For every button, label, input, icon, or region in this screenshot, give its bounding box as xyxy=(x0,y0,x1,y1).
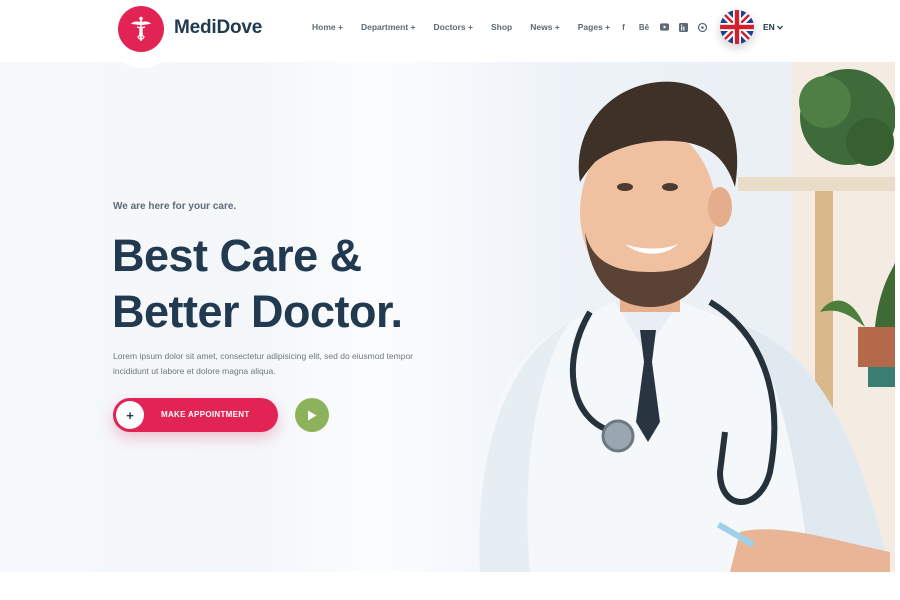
brand-name[interactable]: MediDove xyxy=(174,17,262,39)
page-bottom xyxy=(0,572,900,600)
chevron-down-icon xyxy=(777,25,784,31)
nav-item-pages[interactable]: Pages + xyxy=(578,22,610,32)
logo[interactable] xyxy=(118,6,164,52)
language-label: EN xyxy=(763,22,775,32)
hero-title-line-2: Better Doctor. xyxy=(112,286,403,337)
hero-description: Lorem ipsum dolor sit amet, consectetur … xyxy=(113,351,414,376)
play-icon xyxy=(308,410,317,420)
main-nav: Home + Department + Doctors + Shop News … xyxy=(312,22,628,32)
facebook-icon[interactable]: f xyxy=(619,22,628,32)
social-links: f Bē xyxy=(619,22,717,32)
make-appointment-label: MAKE APPOINTMENT xyxy=(161,410,250,419)
hero-title: Best Care & Better Doctor. xyxy=(112,228,403,340)
nav-item-doctors[interactable]: Doctors + xyxy=(434,22,473,32)
plus-icon: + xyxy=(116,401,144,429)
make-appointment-button[interactable]: + MAKE APPOINTMENT xyxy=(113,398,278,432)
language-selector[interactable]: EN xyxy=(763,22,784,32)
behance-icon[interactable]: Bē xyxy=(638,22,650,32)
caduceus-icon xyxy=(131,16,151,41)
hero-tagline: We are here for your care. xyxy=(113,201,237,212)
hero-title-line-1: Best Care & xyxy=(112,230,362,281)
linkedin-icon[interactable] xyxy=(679,22,688,32)
play-video-button[interactable] xyxy=(295,398,329,432)
pinterest-icon[interactable] xyxy=(698,22,707,32)
hero-section: We are here for your care. Best Care & B… xyxy=(0,62,895,572)
nav-item-department[interactable]: Department + xyxy=(361,22,416,32)
nav-item-shop[interactable]: Shop xyxy=(491,22,512,32)
youtube-icon[interactable] xyxy=(660,22,669,32)
nav-item-home[interactable]: Home + xyxy=(312,22,343,32)
uk-flag-icon[interactable] xyxy=(720,10,754,44)
doctor-photo xyxy=(477,62,895,572)
nav-item-news[interactable]: News + xyxy=(530,22,560,32)
site-header: MediDove Home + Department + Doctors + S… xyxy=(0,0,900,68)
